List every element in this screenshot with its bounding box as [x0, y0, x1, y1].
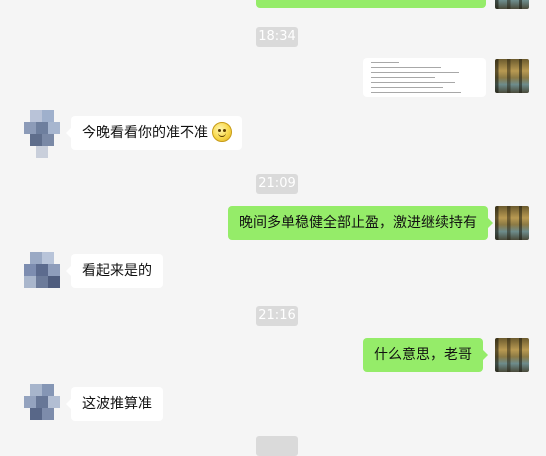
image-message-document[interactable]	[363, 58, 486, 97]
message-bubble-sent[interactable]: 什么意思，老哥	[363, 338, 488, 372]
previous-message-bubble[interactable]	[256, 0, 486, 8]
message-bubble-sent[interactable]: 晚间多单稳健全部止盈，激进继续持有	[228, 206, 493, 240]
doc-text-line	[371, 82, 455, 83]
doc-text-line	[371, 87, 443, 88]
message-bubble-received[interactable]: 看起来是的	[66, 254, 163, 288]
contact-avatar[interactable]	[22, 384, 64, 430]
message-text: 什么意思，老哥	[374, 347, 472, 363]
timestamp-1834: 18:34	[256, 27, 298, 47]
message-text: 这波推算准	[82, 396, 152, 412]
contact-avatar[interactable]	[22, 252, 64, 298]
doc-text-line	[371, 67, 441, 68]
doc-text-line	[371, 62, 399, 63]
message-text: 晚间多单稳健全部止盈，激进继续持有	[239, 215, 477, 231]
message-text: 看起来是的	[82, 263, 152, 279]
message-bubble-received[interactable]: 今晚看看你的准不准	[66, 116, 242, 150]
self-avatar[interactable]	[495, 206, 529, 240]
message-bubble-received[interactable]: 这波推算准	[66, 387, 163, 421]
timestamp-2109: 21:09	[256, 174, 298, 194]
smile-emoji-icon	[212, 122, 232, 142]
doc-text-line	[371, 72, 459, 73]
next-timestamp-partial	[256, 436, 298, 456]
contact-avatar[interactable]	[22, 110, 64, 158]
timestamp-2116: 21:16	[256, 306, 298, 326]
self-avatar[interactable]	[495, 338, 529, 372]
self-avatar[interactable]	[495, 0, 529, 9]
self-avatar[interactable]	[495, 59, 529, 93]
doc-text-line	[371, 77, 435, 78]
doc-text-line	[371, 92, 461, 93]
message-text: 今晚看看你的准不准	[82, 125, 208, 141]
